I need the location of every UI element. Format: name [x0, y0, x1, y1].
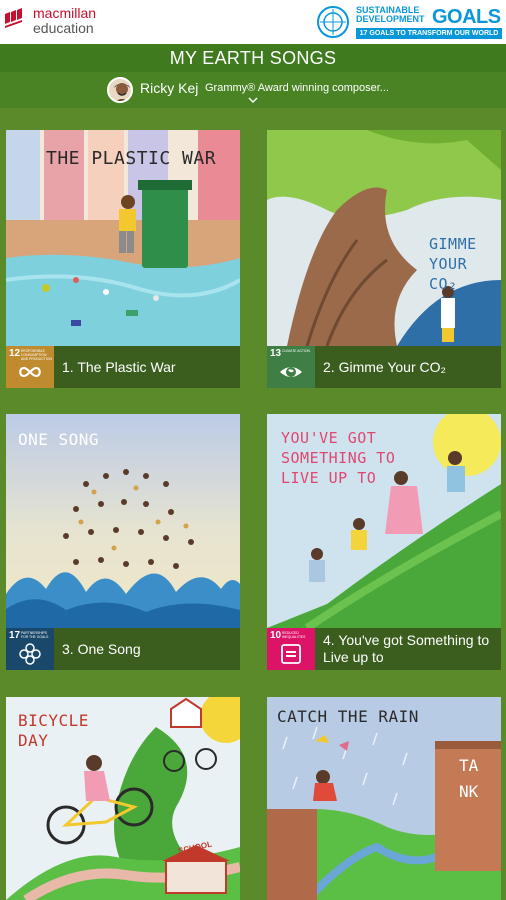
- sdg-10-tile: 10 REDUCED INEQUALITIES: [267, 628, 315, 670]
- avatar: [107, 77, 133, 103]
- artwork-title: BICYCLE DAY: [18, 711, 89, 750]
- sdg-line2: DEVELOPMENT: [356, 14, 425, 24]
- sdg-logo: SUSTAINABLE DEVELOPMENT GOALS 17 GOALS T…: [316, 5, 502, 39]
- sdg-number: 13: [270, 348, 282, 359]
- reduced-inequality-icon: [281, 644, 301, 664]
- avatar-portrait-icon: [109, 79, 131, 101]
- brand-wordmark: macmillan education: [33, 6, 96, 36]
- artist-description: Grammy® Award winning composer...: [205, 82, 389, 94]
- sdg-label: REDUCED INEQUALITIES: [282, 631, 306, 639]
- artwork-title: YOU'VE GOT SOMETHING TO LIVE UP TO: [281, 429, 396, 487]
- sdg-number: 10: [270, 630, 282, 641]
- climate-eye-icon: [280, 367, 302, 377]
- song-title[interactable]: 2. Gimme Your CO₂: [323, 346, 497, 388]
- song-caption[interactable]: 10 REDUCED INEQUALITIES 4. You've got So…: [267, 628, 501, 670]
- brand-line2: education: [33, 20, 94, 36]
- sdg-number: 12: [9, 348, 21, 359]
- song-card-bicycle-day[interactable]: BICYCLE DAY SCHOOL: [6, 697, 240, 900]
- sdg-label: CLIMATE ACTION: [282, 349, 311, 353]
- song-card-catch-the-rain[interactable]: CATCH THE RAIN TANK: [267, 697, 501, 900]
- sdg-label: PARTNERSHIPS FOR THE GOALS: [21, 631, 49, 639]
- sdg-goals-word: GOALS: [432, 6, 501, 28]
- sdg-13-tile: 13 CLIMATE ACTION: [267, 346, 315, 388]
- sdg-subtitle: 17 GOALS TO TRANSFORM OUR WORLD: [356, 28, 502, 39]
- sdg-heading: SUSTAINABLE DEVELOPMENT: [356, 6, 425, 24]
- song-caption[interactable]: 17 PARTNERSHIPS FOR THE GOALS 3. One Son…: [6, 628, 240, 670]
- song-card-gimme-your-co2[interactable]: GIMME YOUR CO₂ 13 CLIMATE ACTION 2. Gimm…: [267, 130, 501, 388]
- tank-label: TANK: [459, 756, 479, 801]
- macmillan-logo-icon: [5, 8, 22, 28]
- song-title[interactable]: 4. You've got Something to Live up to: [323, 628, 497, 670]
- sdg-17-tile: 17 PARTNERSHIPS FOR THE GOALS: [6, 628, 54, 670]
- artwork-title: CATCH THE RAIN: [277, 707, 419, 726]
- title-bar: MY EARTH SONGS: [0, 44, 506, 72]
- page-title: MY EARTH SONGS: [169, 48, 337, 68]
- brand-line1: macmillan: [33, 5, 97, 21]
- artwork-title: ONE SONG: [18, 430, 100, 449]
- song-title[interactable]: 3. One Song: [62, 628, 236, 670]
- un-emblem-icon: [317, 6, 349, 38]
- artwork-title: GIMME YOUR CO₂: [429, 235, 477, 293]
- song-title[interactable]: 1. The Plastic War: [62, 346, 236, 388]
- top-brand-bar: macmillan education SUSTAINABLE DEVELOPM…: [0, 0, 506, 44]
- sdg-12-tile: 12 RESPONSIBLE CONSUMPTION AND PRODUCTIO…: [6, 346, 54, 388]
- infinity-icon: [19, 366, 41, 378]
- partnership-flower-icon: [19, 643, 41, 665]
- sdg-number: 17: [9, 630, 21, 641]
- song-caption[interactable]: 13 CLIMATE ACTION 2. Gimme Your CO₂: [267, 346, 501, 388]
- artwork-title: THE PLASTIC WAR: [46, 148, 217, 169]
- chevron-down-icon[interactable]: [247, 94, 259, 106]
- song-card-something-to-live-up-to[interactable]: YOU'VE GOT SOMETHING TO LIVE UP TO 10 RE…: [267, 414, 501, 670]
- song-caption[interactable]: 12 RESPONSIBLE CONSUMPTION AND PRODUCTIO…: [6, 346, 240, 388]
- song-card-one-song[interactable]: ONE SONG 17 PARTNERSHIPS FOR THE GOALS 3…: [6, 414, 240, 670]
- song-card-plastic-war[interactable]: THE PLASTIC WAR 12 RESPONSIBLE CONSUMPTI…: [6, 130, 240, 388]
- artist-name: Ricky Kej: [140, 80, 199, 96]
